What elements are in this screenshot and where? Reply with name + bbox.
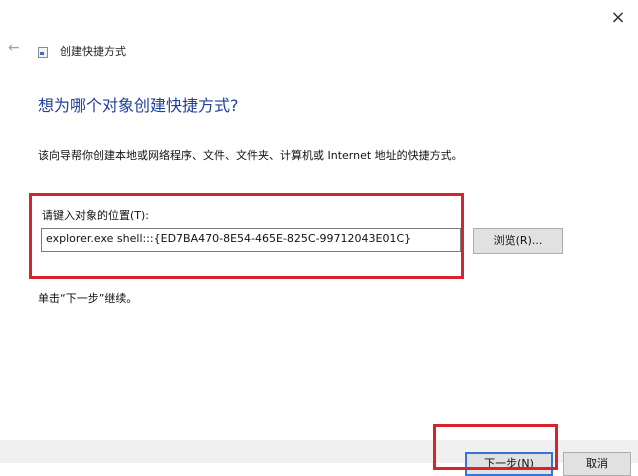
back-arrow-icon[interactable]: ← — [8, 40, 20, 56]
next-highlight-box — [433, 424, 558, 470]
wizard-description: 该向导帮你创建本地或网络程序、文件、文件夹、计算机或 Internet 地址的快… — [38, 149, 463, 162]
location-highlight-box — [29, 193, 464, 279]
page-heading: 想为哪个对象创建快捷方式? — [38, 96, 239, 115]
cancel-button[interactable]: 取消 — [563, 452, 631, 476]
browse-button[interactable]: 浏览(R)... — [473, 228, 563, 254]
window-title: 创建快捷方式 — [60, 45, 126, 58]
shortcut-icon — [38, 47, 48, 58]
close-icon[interactable]: × — [606, 6, 630, 30]
continue-hint: 单击“下一步”继续。 — [38, 292, 138, 305]
